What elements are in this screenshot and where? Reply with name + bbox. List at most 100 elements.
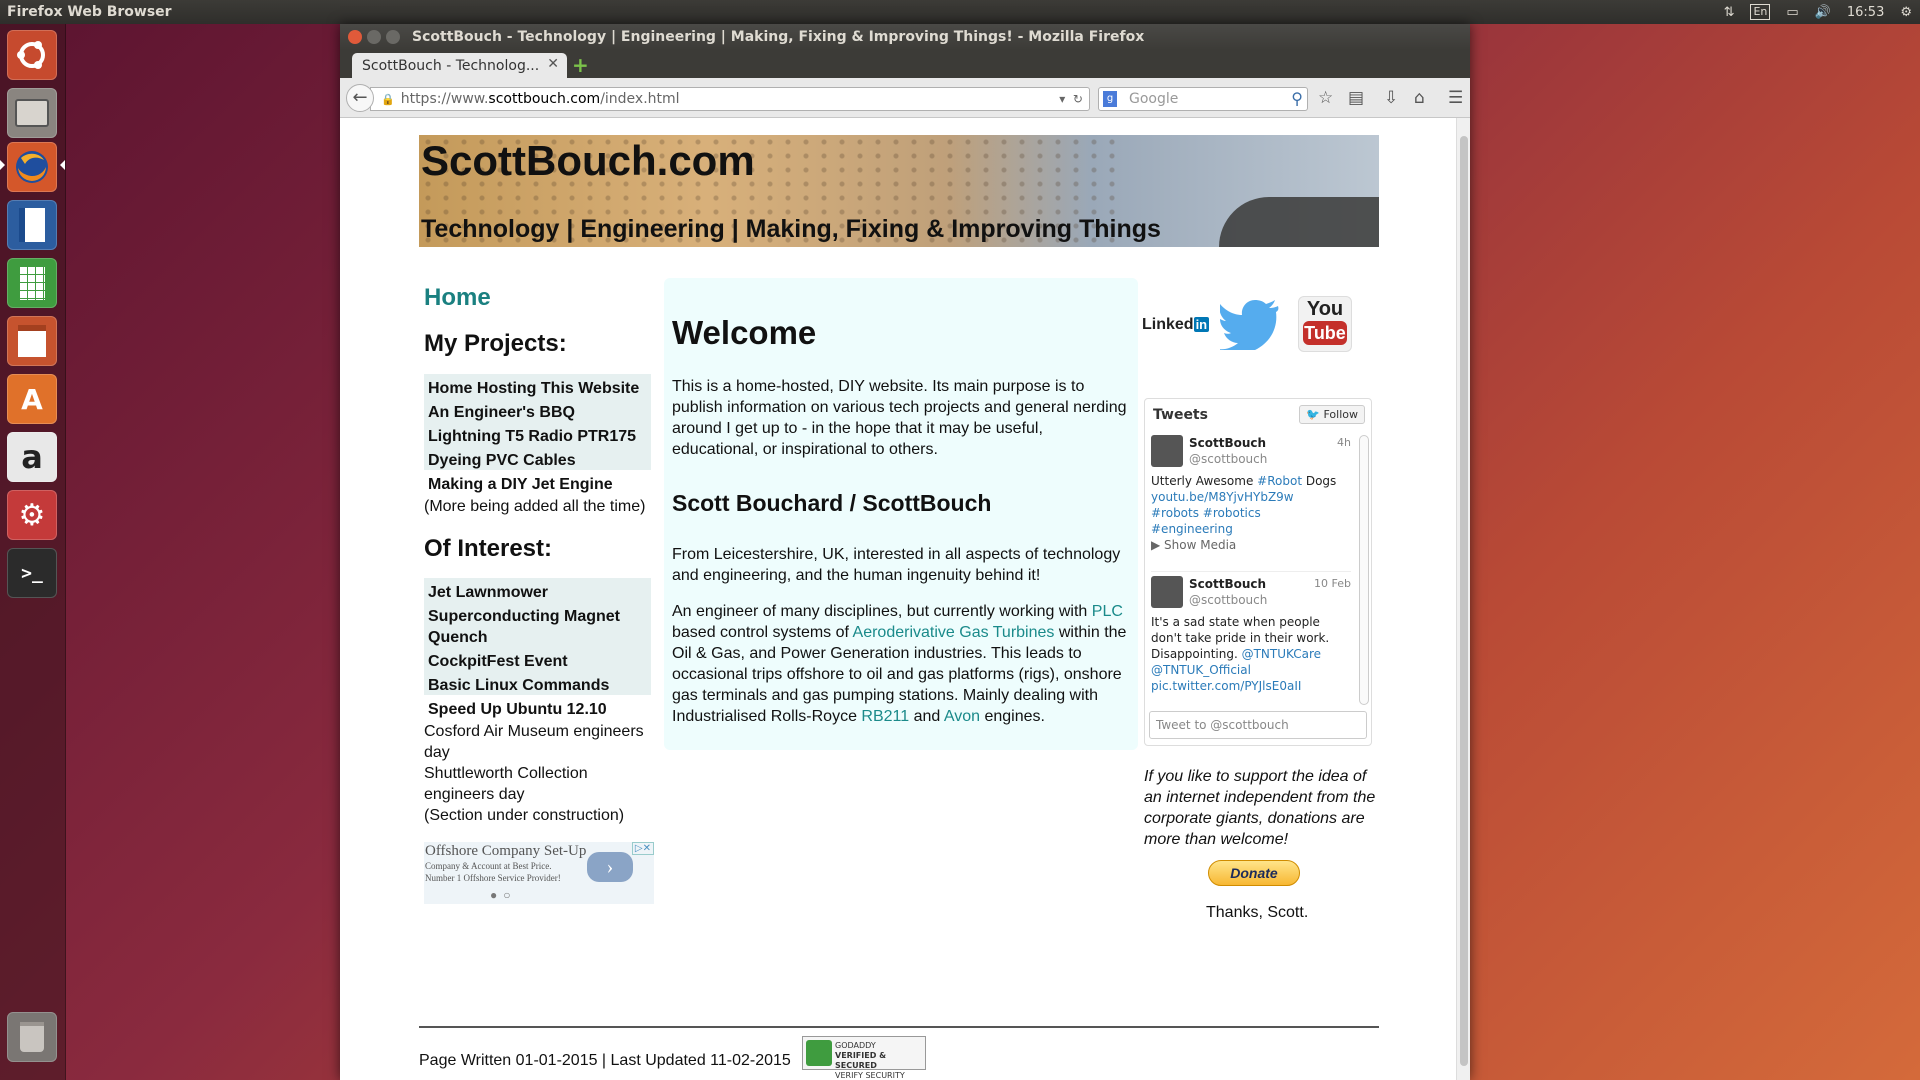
tab-label: ScottBouch - Technolog... [362, 57, 540, 74]
url-prefix: https://www. [400, 91, 489, 107]
downloads-icon[interactable]: ⇩ [1384, 88, 1398, 108]
new-tab-button[interactable]: + [572, 53, 589, 77]
close-window-button[interactable] [348, 30, 362, 44]
page-viewport: ScottBouch.com Technology | Engineering … [340, 118, 1456, 1080]
donate-button[interactable]: Donate [1208, 860, 1300, 886]
tweets-heading: Tweets [1153, 407, 1208, 423]
firefox-icon[interactable] [7, 142, 57, 192]
footer-dates: Page Written 01-01-2015 | Last Updated 1… [419, 1052, 791, 1069]
tab-bar: ScottBouch - Technolog... ✕ + [340, 50, 1470, 78]
system-settings-icon[interactable]: ⚙ [7, 490, 57, 540]
ad-pager-dots[interactable]: ●○ [490, 888, 517, 903]
trash-icon[interactable] [7, 1012, 57, 1062]
gear-icon[interactable]: ⚙ [1900, 5, 1912, 20]
clock[interactable]: 16:53 [1847, 5, 1884, 20]
nav-home-link[interactable]: Home [424, 284, 491, 312]
godaddy-seal[interactable]: GODADDY VERIFIED & SECURED VERIFY SECURI… [802, 1036, 926, 1080]
avatar[interactable] [1151, 576, 1183, 608]
hashtag-link[interactable]: #robots #robotics [1151, 506, 1261, 520]
tweet-handle[interactable]: @scottbouch [1189, 451, 1267, 467]
linkedin-badge: in [1193, 317, 1210, 332]
close-tab-icon[interactable]: ✕ [547, 56, 559, 72]
ad-title[interactable]: Offshore Company Set-Up [425, 843, 586, 860]
ad-line: Number 1 Offshore Service Provider! [425, 873, 561, 883]
reload-icon[interactable]: ▾ ↻ [1059, 92, 1083, 106]
plc-link[interactable]: PLC [1092, 603, 1123, 620]
calc-icon[interactable] [7, 258, 57, 308]
badge-text: VERIFIED & SECURED [835, 1051, 887, 1070]
home-icon[interactable]: ⌂ [1414, 88, 1425, 108]
twitter-follow-button[interactable]: 🐦 Follow [1299, 405, 1365, 424]
show-media-link[interactable]: ▶ Show Media [1151, 538, 1236, 552]
tweet-handle[interactable]: @scottbouch [1189, 592, 1267, 608]
tweet-url[interactable]: pic.twitter.com/PYJlsE0aII [1151, 679, 1301, 693]
ad-next-button[interactable]: › [587, 852, 633, 882]
twitter-bird-icon[interactable] [1218, 300, 1280, 355]
mention-link[interactable]: @TNTUK_Official [1151, 663, 1251, 677]
lock-icon[interactable]: 🔒 [381, 93, 395, 106]
impress-icon[interactable] [7, 316, 57, 366]
advertisement[interactable]: Offshore Company Set-Up Company & Accoun… [424, 842, 654, 904]
tweet-author[interactable]: ScottBouch [1189, 576, 1266, 592]
site-banner: ScottBouch.com Technology | Engineering … [419, 135, 1379, 247]
reading-list-icon[interactable]: ▤ [1348, 88, 1364, 108]
tweet-time[interactable]: 10 Feb [1314, 576, 1351, 592]
tweet-text: Dogs [1302, 474, 1337, 488]
battery-icon[interactable]: ▭ [1786, 5, 1798, 20]
tweet-url[interactable]: youtu.be/M8YjvHYbZ9w [1151, 490, 1294, 504]
tab-scottbouch[interactable]: ScottBouch - Technolog... ✕ [352, 53, 567, 78]
minimize-window-button[interactable] [367, 30, 381, 44]
writer-icon[interactable] [7, 200, 57, 250]
network-icon[interactable]: ⇅ [1724, 5, 1735, 20]
badge-text: GODADDY [835, 1041, 876, 1050]
scrollbar-thumb[interactable] [1460, 136, 1468, 1066]
url-path: /index.html [600, 91, 680, 107]
keyboard-indicator[interactable]: En [1750, 4, 1771, 20]
bookmark-star-icon[interactable]: ☆ [1318, 88, 1333, 108]
software-center-icon[interactable]: A [7, 374, 57, 424]
launcher: A a ⚙ >_ [0, 24, 66, 1080]
tweet-to-input[interactable]: Tweet to @scottbouch [1149, 711, 1367, 739]
twitter-timeline[interactable]: Tweets 🐦 Follow ScottBouch @scottbouch 4… [1144, 398, 1372, 746]
rb211-link[interactable]: RB211 [861, 708, 909, 725]
hashtag-link[interactable]: #engineering [1151, 522, 1233, 536]
text-run: based control systems of [672, 624, 853, 641]
terminal-icon[interactable]: >_ [7, 548, 57, 598]
ubuntu-dash-icon[interactable] [7, 30, 57, 80]
maximize-window-button[interactable] [386, 30, 400, 44]
follow-label: Follow [1323, 408, 1358, 421]
gas-turbines-link[interactable]: Aeroderivative Gas Turbines [853, 624, 1055, 641]
google-engine-icon[interactable]: g [1103, 91, 1117, 107]
tweet[interactable]: ScottBouch @scottbouch 10 Feb It's a sad… [1151, 571, 1351, 693]
engineer-paragraph: An engineer of many disciplines, but cur… [672, 601, 1130, 727]
indicator-area: ⇅ En ▭ 🔊 16:53 ⚙ [1724, 4, 1920, 20]
hashtag-link[interactable]: #Robot [1257, 474, 1302, 488]
linkedin-icon[interactable]: Linked in [1142, 316, 1210, 334]
search-icon[interactable]: ⚲ [1291, 89, 1303, 108]
tweet-author[interactable]: ScottBouch [1189, 435, 1266, 451]
page-scrollbar[interactable] [1456, 118, 1470, 1080]
url-bar[interactable]: 🔒 https://www. scottbouch.com/index.html … [370, 87, 1090, 111]
project-link[interactable]: Making a DIY Jet Engine [424, 470, 651, 499]
avon-link[interactable]: Avon [944, 708, 980, 725]
navigation-toolbar: 🔒 https://www. scottbouch.com/index.html … [340, 78, 1470, 118]
site-tagline: Technology | Engineering | Making, Fixin… [421, 215, 1161, 243]
ad-close-icon[interactable]: ▷✕ [631, 842, 654, 855]
text-run: and [909, 708, 944, 725]
back-button[interactable]: ← [346, 84, 374, 112]
interest-link[interactable]: Speed Up Ubuntu 12.10 [424, 695, 651, 724]
tweet-time[interactable]: 4h [1337, 435, 1351, 451]
files-icon[interactable] [7, 88, 57, 138]
tweets-scrollbar[interactable] [1359, 435, 1369, 705]
text-run: engines. [980, 708, 1045, 725]
mention-link[interactable]: @TNTUKCare [1242, 647, 1321, 661]
avatar[interactable] [1151, 435, 1183, 467]
text-run: An engineer of many disciplines, but cur… [672, 603, 1092, 620]
lock-seal-icon [806, 1040, 832, 1066]
menu-icon[interactable]: ☰ [1448, 88, 1463, 108]
search-bar[interactable]: g Google ⚲ [1098, 87, 1308, 111]
amazon-icon[interactable]: a [7, 432, 57, 482]
interest-link[interactable]: Superconducting Magnet Quench [424, 602, 651, 652]
youtube-icon[interactable]: You Tube [1298, 296, 1352, 352]
volume-icon[interactable]: 🔊 [1815, 5, 1831, 20]
